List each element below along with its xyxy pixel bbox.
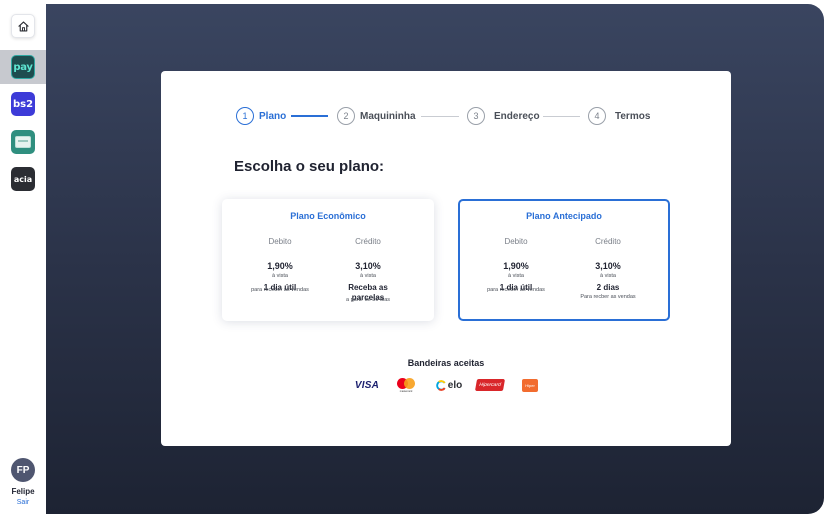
- debit-column: Debito 1,90% à vista 1 dia útil para rec…: [476, 237, 556, 293]
- debit-column: Debito 1,90% à vista 1 dia útil para rec…: [240, 237, 320, 293]
- elo-logo-text: elo: [447, 379, 463, 391]
- plan-title: Plano Antecipado: [526, 211, 602, 221]
- credit-rate-note: à vista: [600, 273, 616, 279]
- step-number: 3: [467, 107, 485, 125]
- sidebar-item-pay[interactable]: pay: [0, 50, 46, 84]
- credit-label: Crédito: [595, 237, 621, 246]
- mastercard-logo: mastercard: [396, 377, 416, 393]
- sidebar-item-bs2[interactable]: bs2: [0, 87, 46, 121]
- acia-logo-text: acia: [13, 174, 33, 184]
- logout-link[interactable]: Sair: [0, 499, 46, 506]
- step-endereco[interactable]: 3 Endereço: [467, 107, 540, 125]
- sidebar-item-card[interactable]: [0, 125, 46, 159]
- credit-column: Crédito 3,10% à vista Receba as parcelas…: [328, 237, 408, 303]
- sidebar-item-acia[interactable]: acia: [0, 162, 46, 196]
- stepper-line-2: [421, 116, 459, 117]
- step-label: Maquininha: [360, 110, 416, 122]
- debit-term-note: para receber as vendas: [251, 287, 309, 293]
- credit-term-note: Para recber as vendas: [580, 294, 636, 300]
- step-label: Endereço: [494, 110, 540, 122]
- home-icon: [11, 14, 35, 38]
- plan-title: Plano Econômico: [290, 211, 366, 221]
- hiper-logo: Hiper: [521, 377, 539, 393]
- avatar[interactable]: FP: [11, 458, 35, 482]
- debit-rate-note: à vista: [508, 273, 524, 279]
- debit-label: Debito: [268, 237, 292, 246]
- visa-logo-text: VISA: [354, 379, 380, 391]
- credit-rate: 3,10%: [595, 261, 621, 271]
- debit-label: Debito: [504, 237, 528, 246]
- step-termos[interactable]: 4 Termos: [588, 107, 650, 125]
- plan-card-economico[interactable]: Plano Econômico Debito 1,90% à vista 1 d…: [222, 199, 434, 321]
- user-name: Felipe: [11, 487, 35, 496]
- step-number: 1: [236, 107, 254, 125]
- stepper-line-3: [543, 116, 580, 117]
- elo-logo: elo: [432, 377, 466, 393]
- visa-logo: VISA: [354, 377, 380, 393]
- hipercard-logo-text: Hipercard: [478, 382, 502, 388]
- debit-rate-note: à vista: [272, 273, 288, 279]
- stepper-line-1: [291, 115, 328, 117]
- bs2-logo-text: bs2: [12, 98, 34, 110]
- credit-rate: 3,10%: [355, 261, 381, 271]
- bs2-logo: bs2: [11, 92, 35, 116]
- acia-logo: acia: [11, 167, 35, 191]
- page-title: Escolha o seu plano:: [234, 158, 385, 175]
- plan-card-antecipado[interactable]: Plano Antecipado Debito 1,90% à vista 1 …: [458, 199, 670, 321]
- step-label: Termos: [615, 110, 651, 122]
- debit-rate: 1,90%: [503, 261, 529, 271]
- sidebar: pay bs2 acia FP Felipe Sair: [0, 0, 46, 518]
- hiper-logo-text: Hiper: [525, 382, 535, 388]
- debit-rate: 1,90%: [267, 261, 293, 271]
- credit-rate-note: à vista: [360, 273, 376, 279]
- credit-column: Crédito 3,10% à vista 2 dias Para recber…: [568, 237, 648, 300]
- brands-title: Bandeiras aceitas: [407, 358, 485, 368]
- step-number: 2: [337, 107, 355, 125]
- credit-term-note: a partir de 30 dias: [345, 297, 391, 303]
- step-label: Plano: [259, 110, 287, 122]
- sidebar-item-home[interactable]: [0, 9, 46, 43]
- card-icon: [11, 130, 35, 154]
- elo-symbol-icon: [436, 379, 446, 391]
- step-plano[interactable]: 1 Plano: [236, 107, 286, 125]
- credit-label: Crédito: [355, 237, 381, 246]
- hipercard-logo: Hipercard: [474, 377, 506, 393]
- pay-logo: pay: [11, 55, 35, 79]
- credit-term: 2 dias: [596, 283, 620, 292]
- debit-term-note: para receber as vendas: [487, 287, 545, 293]
- step-number: 4: [588, 107, 606, 125]
- step-maquininha[interactable]: 2 Maquininha: [337, 107, 416, 125]
- pay-logo-text: pay: [13, 61, 33, 73]
